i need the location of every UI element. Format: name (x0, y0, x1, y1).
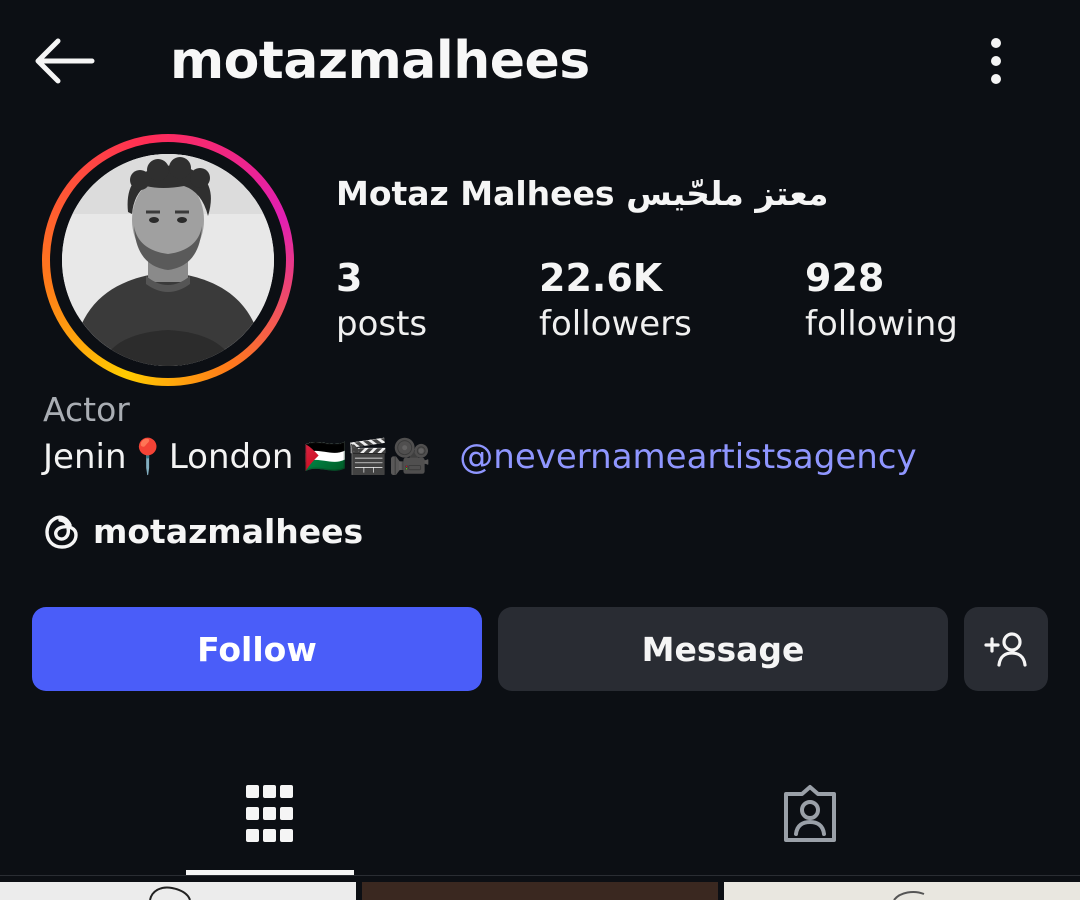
post-thumbnail[interactable] (0, 882, 356, 900)
followers-count: 22.6K (539, 256, 663, 300)
back-button[interactable] (28, 30, 98, 92)
followers-label: followers (539, 304, 692, 344)
suggested-accounts-button[interactable] (964, 607, 1048, 691)
stat-following[interactable]: 928 following (805, 254, 958, 346)
threads-icon (45, 515, 78, 549)
following-count: 928 (805, 256, 885, 300)
stat-followers[interactable]: 22.6K followers (539, 254, 692, 346)
follow-button[interactable]: Follow (32, 607, 482, 691)
following-label: following (805, 304, 958, 344)
threads-username: motazmalhees (93, 511, 364, 551)
bio-mention-link[interactable]: @nevernameartistsagency (459, 437, 916, 477)
tab-tagged[interactable] (726, 770, 894, 858)
tagged-user-icon (784, 785, 836, 842)
tabs-divider (0, 875, 1080, 876)
bio-line: Jenin📍London 🇵🇸🎬🎥 @nevernameartistsagency (43, 434, 917, 480)
profile-username-title: motazmalhees (170, 31, 590, 91)
arrow-left-icon (35, 38, 95, 84)
post-thumbnail[interactable] (362, 882, 718, 900)
full-name: Motaz Malhees معتز ملحّيس (336, 174, 829, 213)
post-image (893, 891, 925, 900)
more-options-button[interactable] (972, 30, 1020, 92)
threads-link[interactable]: motazmalhees (43, 508, 363, 554)
add-person-icon (984, 632, 1027, 667)
profile-category: Actor (43, 390, 130, 429)
more-vertical-icon (991, 38, 1001, 84)
posts-label: posts (336, 304, 428, 344)
tab-posts-grid[interactable] (186, 770, 354, 858)
post-thumbnail[interactable] (724, 882, 1080, 900)
bio-text: Jenin📍London 🇵🇸🎬🎥 (43, 437, 432, 477)
post-image (149, 886, 191, 900)
message-button[interactable]: Message (498, 607, 948, 691)
posts-count: 3 (336, 256, 363, 300)
avatar[interactable] (62, 154, 274, 366)
stat-posts[interactable]: 3 posts (336, 254, 427, 346)
grid-icon (246, 785, 293, 842)
profile-photo (62, 154, 274, 366)
